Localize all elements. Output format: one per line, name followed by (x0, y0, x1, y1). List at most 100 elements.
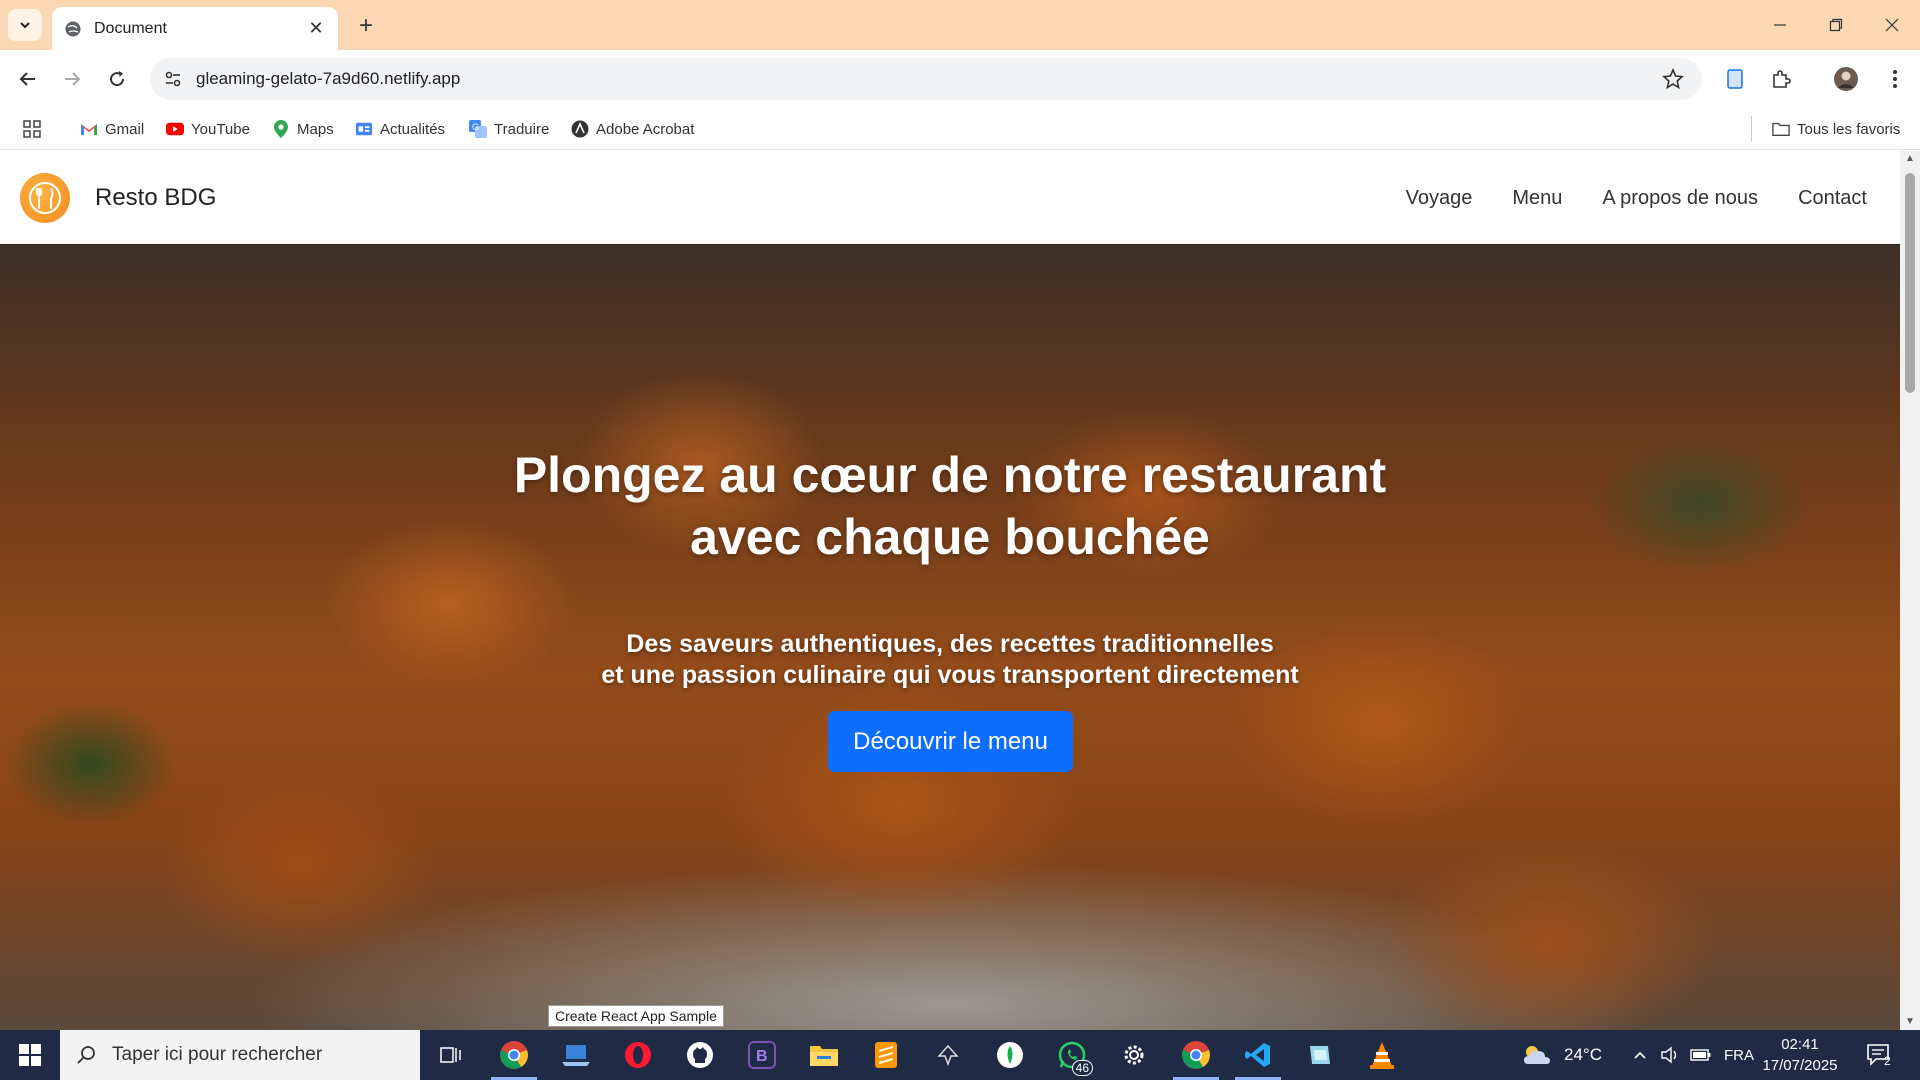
apps-button[interactable] (22, 118, 42, 140)
taskbar-chrome-profile[interactable] (1167, 1030, 1225, 1080)
forward-button[interactable] (58, 65, 86, 93)
bookmark-maps[interactable]: Maps (272, 118, 334, 140)
gmail-icon (80, 120, 98, 138)
site-nav-links: Voyage Menu A propos de nous Contact (1406, 187, 1867, 210)
acrobat-icon (571, 120, 589, 138)
gear-icon (1124, 1045, 1144, 1065)
window-controls (1752, 0, 1920, 50)
brand-name[interactable]: Resto BDG (95, 184, 216, 212)
tab-close-icon[interactable]: ✕ (306, 18, 326, 39)
browser-menu-button[interactable] (1880, 64, 1910, 94)
mongodb-icon (997, 1042, 1023, 1068)
back-arrow-icon (19, 72, 35, 86)
avatar-icon (1834, 67, 1858, 91)
chevron-up-icon (1634, 1051, 1646, 1059)
bookmark-label: Maps (297, 120, 334, 138)
taskbar-mongodb[interactable] (981, 1030, 1039, 1080)
opera-icon (625, 1042, 651, 1068)
more-vertical-icon (1893, 70, 1897, 88)
weather-temp: 24°C (1564, 1045, 1602, 1064)
taskbar-sublime[interactable] (857, 1030, 915, 1080)
hero-section: Plongez au cœur de notre restaurant avec… (0, 244, 1900, 1030)
hero-subtitle-line1: Des saveurs authentiques, des recettes t… (626, 630, 1274, 658)
system-clock[interactable]: 02:41 17/07/2025 (1750, 1034, 1850, 1076)
puzzle-icon (1773, 70, 1791, 88)
new-tab-button[interactable]: + (352, 12, 380, 40)
nav-voyage[interactable]: Voyage (1406, 187, 1473, 210)
close-icon (1885, 18, 1899, 32)
forward-arrow-icon (65, 72, 81, 86)
clock-date: 17/07/2025 (1762, 1057, 1838, 1074)
taskbar-bootstrap[interactable]: B (733, 1030, 791, 1080)
taskbar-whatsapp[interactable]: 46 (1043, 1030, 1101, 1080)
nav-menu[interactable]: Menu (1512, 187, 1562, 210)
bookmark-translate[interactable]: G Traduire (469, 118, 549, 140)
browser-tab[interactable]: Document ✕ (52, 7, 338, 50)
bookmark-acrobat[interactable]: Adobe Acrobat (571, 118, 694, 140)
maps-icon (272, 120, 290, 138)
tab-search-button[interactable] (8, 9, 42, 41)
battery-icon (1690, 1049, 1711, 1061)
reload-button[interactable] (103, 65, 131, 93)
task-view-button[interactable] (422, 1030, 480, 1080)
site-settings-icon[interactable] (164, 70, 182, 88)
bookmark-youtube[interactable]: YouTube (166, 118, 250, 140)
hero-title-line2: avec chaque bouchée (690, 509, 1210, 565)
taskbar-vlc[interactable] (1353, 1030, 1411, 1080)
url-text: gleaming-gelato-7a9d60.netlify.app (196, 69, 461, 88)
taskbar-app-laptop[interactable] (547, 1030, 605, 1080)
back-button[interactable] (14, 65, 42, 93)
browser-toolbar: gleaming-gelato-7a9d60.netlify.app (0, 50, 1920, 108)
taskbar-vscode[interactable] (1229, 1030, 1287, 1080)
extensions-button[interactable] (1766, 64, 1796, 94)
taskbar-chrome[interactable] (485, 1030, 543, 1080)
taskbar-opera[interactable] (609, 1030, 667, 1080)
hero-subtitle: Des saveurs authentiques, des recettes t… (0, 629, 1900, 691)
all-bookmarks-button[interactable]: Tous les favoris (1772, 118, 1900, 140)
inkscape-icon (937, 1044, 959, 1067)
volume-button[interactable] (1660, 1030, 1680, 1080)
address-bar[interactable]: gleaming-gelato-7a9d60.netlify.app (150, 58, 1702, 100)
search-icon (77, 1046, 95, 1064)
scrollbar-thumb[interactable] (1905, 173, 1915, 393)
scroll-up-arrow-icon[interactable]: ▲ (1904, 154, 1916, 164)
all-bookmarks-label: Tous les favoris (1797, 120, 1901, 138)
hero-subtitle-line2: et une passion culinaire qui vous transp… (601, 661, 1299, 689)
discover-menu-button[interactable]: Découvrir le menu (828, 711, 1073, 772)
taskbar-settings[interactable] (1105, 1030, 1163, 1080)
svg-text:B: B (756, 1048, 768, 1065)
profile-avatar[interactable] (1831, 64, 1861, 94)
youtube-icon (166, 120, 184, 138)
folder-icon (1772, 120, 1790, 138)
minimize-icon (1774, 24, 1786, 26)
taskbar-inkscape[interactable] (919, 1030, 977, 1080)
bookmark-gmail[interactable]: Gmail (80, 118, 144, 140)
scroll-down-arrow-icon[interactable]: ▼ (1904, 1017, 1916, 1027)
bookmark-label: Adobe Acrobat (596, 120, 695, 138)
minimize-button[interactable] (1752, 0, 1808, 50)
tray-chevron[interactable] (1632, 1030, 1648, 1080)
taskbar-search[interactable]: Taper ici pour rechercher (60, 1030, 420, 1080)
bookmark-star-icon[interactable] (1662, 68, 1684, 90)
reading-mode-button[interactable] (1720, 64, 1750, 94)
vscode-icon (1245, 1043, 1270, 1067)
page-scrollbar[interactable]: ▲ ▼ (1900, 151, 1920, 1030)
start-button[interactable] (0, 1030, 60, 1080)
task-view-icon (440, 1047, 461, 1063)
battery-button[interactable] (1690, 1030, 1712, 1080)
whatsapp-badge: 46 (1071, 1060, 1093, 1076)
restore-icon (1829, 18, 1843, 32)
notes-app-icon (1310, 1046, 1330, 1064)
taskbar-file-explorer[interactable] (795, 1030, 853, 1080)
notification-center-button[interactable]: 2 (1866, 1030, 1891, 1080)
weather-widget[interactable]: 24°C (1520, 1030, 1602, 1080)
taskbar-github[interactable] (671, 1030, 729, 1080)
restaurant-logo[interactable] (20, 173, 70, 223)
restore-button[interactable] (1808, 0, 1864, 50)
nav-about[interactable]: A propos de nous (1602, 187, 1758, 210)
nav-contact[interactable]: Contact (1798, 187, 1867, 210)
taskbar-notes-app[interactable] (1291, 1030, 1349, 1080)
bookmark-news[interactable]: Actualités (355, 118, 445, 140)
chrome-icon (500, 1041, 528, 1069)
close-window-button[interactable] (1864, 0, 1920, 50)
